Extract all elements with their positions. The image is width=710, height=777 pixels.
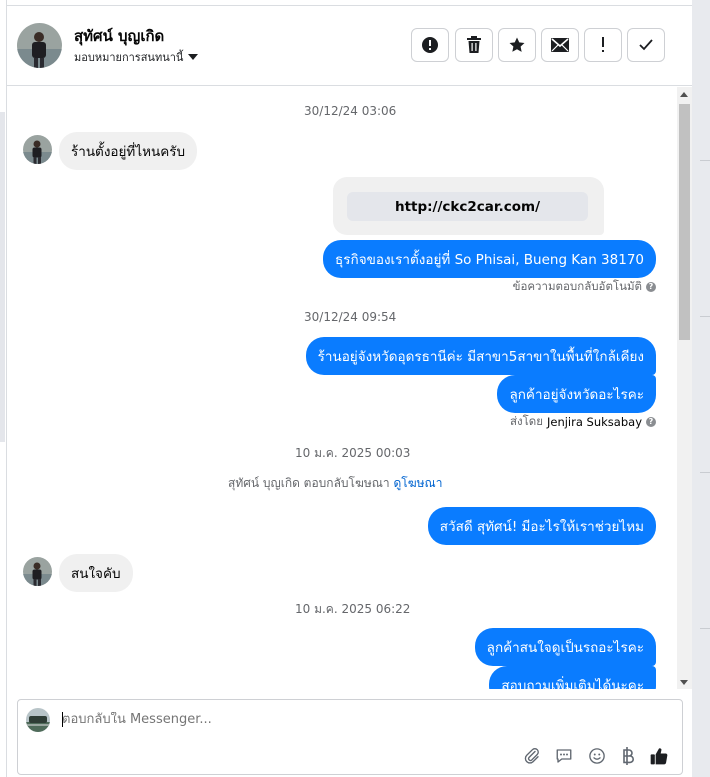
view-ad-link[interactable]: ดูโฆษณา [394,476,443,490]
contact-avatar-small [23,557,52,586]
payment-button[interactable] [618,746,638,766]
outgoing-message[interactable]: ลูกค้าอยู่จังหวัดอะไรคะ [497,375,656,413]
conversation-header: สุทัศน์ บุญเกิด มอบหมายการสนทนานี้ [7,6,692,86]
outgoing-message[interactable]: สอบถามเพิ่มเติมได้นะคะ [489,666,656,689]
info-icon[interactable]: ? [646,417,656,427]
timestamp: 10 ม.ค. 2025 00:03 [295,446,411,460]
ad-reply-text: สุทัศน์ บุญเกิด ตอบกลับโฆษณา [228,476,390,490]
left-pane-edge [0,0,7,777]
report-button[interactable] [411,28,449,62]
saved-reply-icon [556,749,572,763]
link-preview-card[interactable]: http://ckc2car.com/ [333,177,604,235]
incoming-message[interactable]: สนใจคับ [59,554,133,592]
emoji-button[interactable] [587,746,607,766]
conversation-panel: สุทัศน์ บุญเกิด มอบหมายการสนทนานี้ 30/12… [7,5,692,777]
text-cursor [62,712,63,727]
like-button[interactable] [649,746,669,766]
ad-reply-notice: สุทัศน์ บุญเกิด ตอบกลับโฆษณา ดูโฆษณา [228,474,442,493]
message-composer [17,699,683,775]
timestamp: 30/12/24 09:54 [304,310,397,324]
thread-scrollbar[interactable] [677,87,692,689]
contact-avatar-small [23,135,52,164]
assign-label: มอบหมายการสนทนานี้ [74,51,184,64]
reply-input[interactable] [62,712,622,727]
caret-down-icon [188,54,199,60]
sent-by-name: Jenjira Suksabay [546,415,642,429]
auto-reply-text: ข้อความตอบกลับอัตโนมัติ [512,279,642,293]
check-icon [639,39,653,51]
mark-unread-button[interactable] [541,28,579,62]
contact-name: สุทัศน์ บุญเกิด [74,27,165,45]
left-scrollbar[interactable] [0,112,5,442]
scrollbar-thumb[interactable] [679,104,690,340]
exclamation-icon [602,37,604,52]
page-avatar [26,708,50,732]
like-icon [650,748,668,765]
sent-by-prefix: ส่งโดย [509,414,543,428]
timestamp: 10 ม.ค. 2025 06:22 [295,602,411,616]
outgoing-message[interactable]: สวัสดี สุทัศน์! มีอะไรให้เราช่วยไหม [427,507,656,545]
attachment-icon [524,748,539,764]
auto-reply-label: ข้อความตอบกลับอัตโนมัติ ? [513,278,656,296]
report-icon [422,37,438,53]
right-pane-edge [692,0,710,777]
assign-conversation-dropdown[interactable]: มอบหมายการสนทนานี้ [74,48,199,66]
spam-button[interactable] [584,28,622,62]
baht-icon [623,747,634,765]
outgoing-message[interactable]: ธุรกิจของเราตั้งอยู่ที่ So Phisai, Bueng… [323,240,656,278]
scroll-down-arrow-icon[interactable] [680,680,688,685]
emoji-icon [589,748,605,764]
delete-button[interactable] [455,28,493,62]
mail-icon [551,38,569,52]
contact-avatar[interactable] [17,23,62,68]
info-icon[interactable]: ? [646,282,656,292]
star-button[interactable] [498,28,536,62]
message-thread[interactable]: 30/12/24 03:06 ร้านตั้งอยู่ที่ไหนครับ ht… [7,87,692,689]
timestamp: 30/12/24 03:06 [304,104,397,118]
scroll-up-arrow-icon[interactable] [680,92,688,97]
messenger-window: สุทัศน์ บุญเกิด มอบหมายการสนทนานี้ 30/12… [0,0,710,777]
link-url[interactable]: http://ckc2car.com/ [347,192,588,221]
incoming-message[interactable]: ร้านตั้งอยู่ที่ไหนครับ [59,132,198,170]
sent-by-label: ส่งโดย Jenjira Suksabay ? [510,413,656,431]
attach-button[interactable] [522,746,542,766]
mark-done-button[interactable] [627,28,665,62]
outgoing-message[interactable]: ลูกค้าสนใจดูเป็นรถอะไรคะ [474,628,656,666]
trash-icon [467,36,481,53]
saved-replies-button[interactable] [554,746,574,766]
outgoing-message[interactable]: ร้านอยู่จังหวัดอุดรธานีค่ะ มีสาขา5สาขาใน… [305,337,656,375]
star-icon [509,37,525,52]
